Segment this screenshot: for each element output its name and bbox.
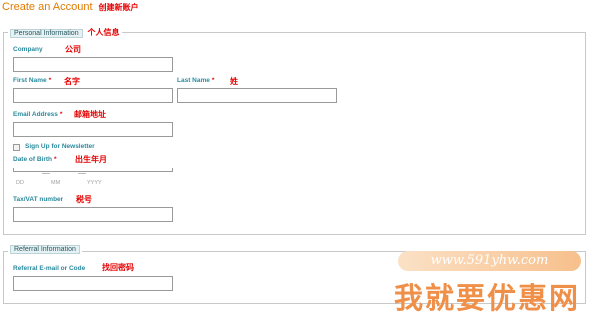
last-name-required-mark: * bbox=[211, 77, 215, 84]
email-label-text: Email Address bbox=[13, 111, 58, 118]
watermark-url-text: www.591yhw.com bbox=[430, 253, 549, 268]
watermark-logo-text: 我就要优惠网 bbox=[394, 281, 581, 315]
page-title-text: Create an Account bbox=[2, 1, 93, 13]
dob-month-caption: MM bbox=[51, 180, 61, 186]
email-input[interactable] bbox=[13, 122, 173, 137]
dob-label-text: Date of Birth bbox=[13, 156, 52, 163]
personal-info-legend-label: Personal Information bbox=[10, 29, 83, 38]
company-input[interactable] bbox=[13, 57, 173, 72]
referral-info-legend: Referral Information bbox=[8, 245, 82, 254]
tax-label: Tax/VAT number bbox=[13, 196, 64, 203]
company-label-text: Company bbox=[13, 46, 43, 53]
newsletter-checkbox[interactable] bbox=[13, 144, 20, 151]
email-label: Email Address * bbox=[13, 111, 62, 118]
first-name-input[interactable] bbox=[13, 88, 173, 103]
dob-year-caption: YYYY bbox=[87, 180, 102, 186]
dob-label: Date of Birth * bbox=[13, 156, 57, 163]
referral-info-legend-label: Referral Information bbox=[10, 245, 80, 254]
first-name-label: First Name * bbox=[13, 77, 51, 84]
newsletter-label: Sign Up for Newsletter bbox=[25, 143, 95, 150]
first-name-required-mark: * bbox=[48, 77, 52, 84]
last-name-input[interactable] bbox=[177, 88, 337, 103]
first-name-note: 名字 bbox=[64, 77, 80, 86]
first-name-label-text: First Name bbox=[13, 77, 47, 84]
page-title: Create an Account 创建新账户 bbox=[2, 1, 139, 13]
page-title-note: 创建新账户 bbox=[98, 3, 139, 12]
dob-separator-1 bbox=[42, 173, 50, 174]
company-label: Company bbox=[13, 46, 43, 53]
dob-required-mark: * bbox=[54, 156, 57, 163]
referral-code-note: 找回密码 bbox=[102, 263, 134, 272]
tax-input[interactable] bbox=[13, 207, 173, 222]
referral-code-input[interactable] bbox=[13, 276, 173, 291]
dob-day-caption: DD bbox=[16, 180, 24, 186]
last-name-label: Last Name * bbox=[177, 77, 214, 84]
company-note: 公司 bbox=[65, 45, 81, 54]
tax-note: 税号 bbox=[76, 195, 92, 204]
last-name-note: 姓 bbox=[230, 77, 238, 86]
personal-info-legend-note: 个人信息 bbox=[87, 28, 120, 37]
dob-note: 出生年月 bbox=[75, 155, 107, 164]
dob-separator-2 bbox=[78, 173, 86, 174]
referral-code-label: Referral E-mail or Code bbox=[13, 265, 86, 272]
email-required-mark: * bbox=[59, 111, 63, 118]
email-note: 邮箱地址 bbox=[74, 110, 106, 119]
watermark-url-banner: www.591yhw.com bbox=[398, 251, 581, 271]
personal-info-legend: Personal Information 个人信息 bbox=[8, 27, 122, 38]
dob-input-group[interactable] bbox=[13, 168, 173, 172]
last-name-label-text: Last Name bbox=[177, 77, 210, 84]
